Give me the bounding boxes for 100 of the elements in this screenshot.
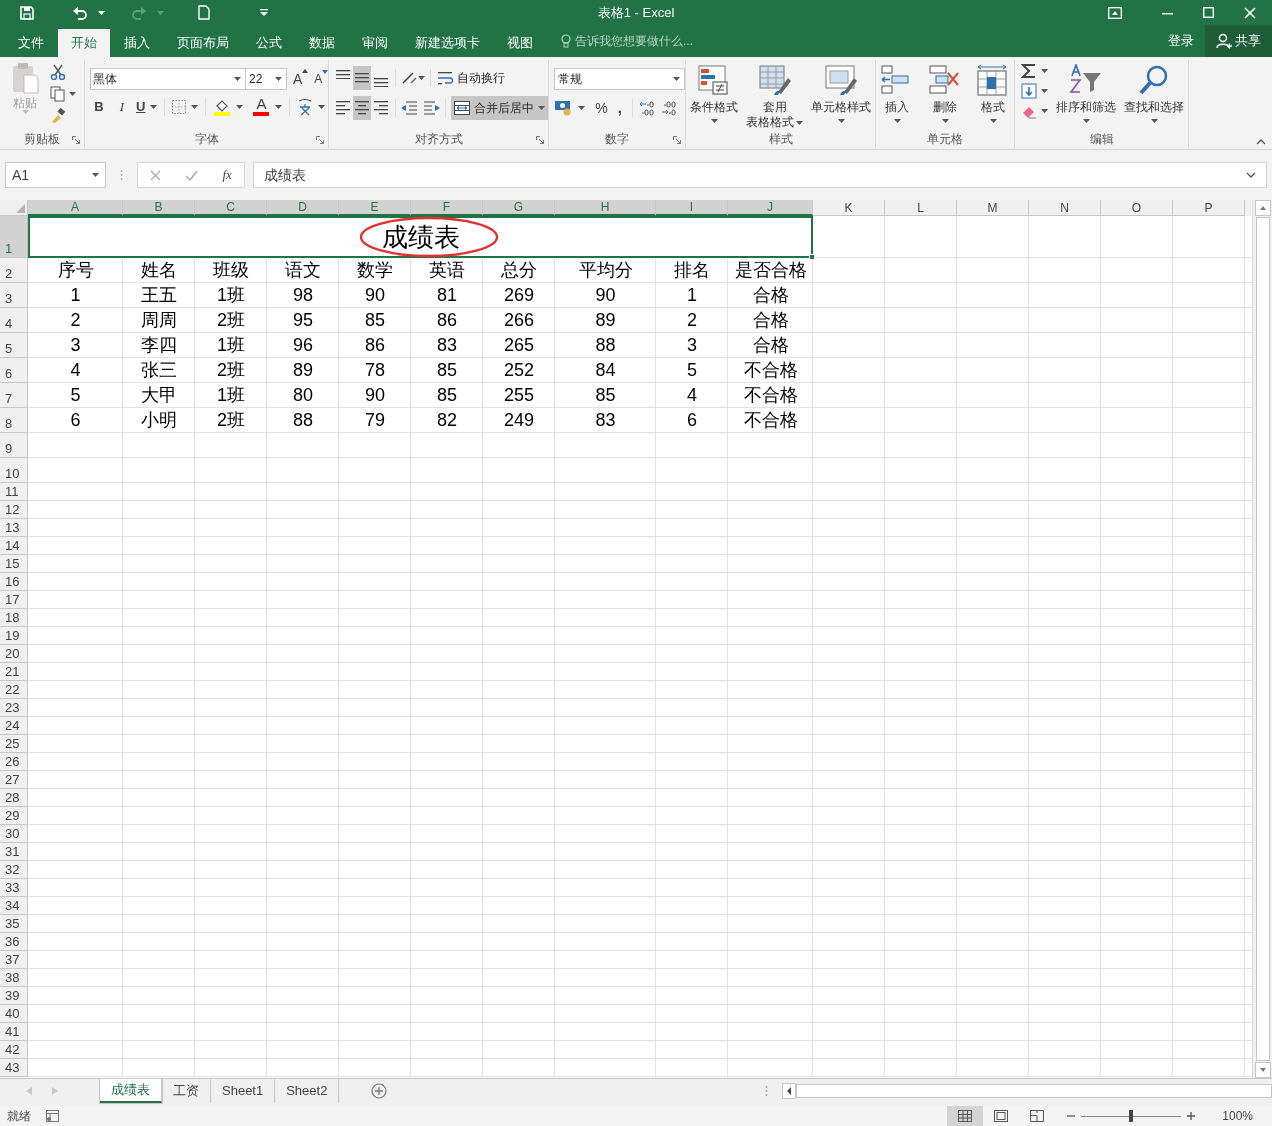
copy-icon[interactable]: [50, 86, 66, 102]
caret-icon[interactable]: [837, 119, 845, 123]
caret-icon[interactable]: [236, 104, 244, 109]
font-name-dropdown[interactable]: 黑体: [90, 68, 246, 90]
ribbon-tab[interactable]: 审阅: [349, 29, 401, 57]
formula-field[interactable]: 成绩表: [253, 162, 1267, 188]
increase-indent-icon[interactable]: [424, 101, 441, 115]
ribbon-tab[interactable]: 新建选项卡: [402, 29, 493, 57]
row-header[interactable]: 5: [0, 333, 28, 358]
row-header[interactable]: 12: [0, 501, 28, 519]
row-header[interactable]: 6: [0, 358, 28, 383]
column-header[interactable]: F: [411, 200, 483, 216]
phonetic-guide-icon[interactable]: [297, 97, 314, 116]
dialog-launcher-icon[interactable]: [536, 136, 545, 144]
caret-icon[interactable]: [275, 77, 282, 81]
caret-icon[interactable]: [318, 104, 326, 109]
caret-icon[interactable]: [710, 119, 718, 123]
format-painter-icon[interactable]: [50, 108, 66, 124]
scroll-up-icon[interactable]: [1254, 200, 1271, 216]
ribbon-tab[interactable]: 视图: [494, 29, 546, 57]
column-header[interactable]: A: [28, 200, 123, 216]
sheet-tab[interactable]: 工资: [162, 1079, 211, 1103]
caret-icon[interactable]: [1041, 69, 1049, 73]
zoom-level[interactable]: 100%: [1201, 1107, 1272, 1125]
border-icon[interactable]: [172, 99, 187, 114]
row-header[interactable]: 37: [0, 951, 28, 969]
caret-icon[interactable]: [234, 77, 241, 81]
italic-button[interactable]: I: [113, 97, 131, 117]
scissors-icon[interactable]: [50, 64, 66, 80]
caret-icon[interactable]: [418, 76, 426, 80]
share-button[interactable]: 共享: [1205, 25, 1272, 57]
caret-icon[interactable]: [1041, 109, 1049, 113]
tell-me-field[interactable]: 告诉我您想要做什么...: [575, 32, 775, 50]
dialog-launcher-icon[interactable]: [316, 136, 325, 144]
row-header[interactable]: 39: [0, 987, 28, 1005]
close-icon[interactable]: [1244, 6, 1256, 19]
expand-formula-icon[interactable]: [1246, 172, 1256, 178]
row-header[interactable]: 24: [0, 717, 28, 735]
row-header[interactable]: 18: [0, 609, 28, 627]
column-header[interactable]: D: [267, 200, 339, 216]
row-header[interactable]: 32: [0, 861, 28, 879]
caret-icon[interactable]: [1041, 89, 1049, 93]
dialog-launcher-icon[interactable]: [673, 136, 682, 144]
percent-button[interactable]: %: [595, 97, 608, 119]
underline-button[interactable]: U: [136, 97, 146, 117]
caret-icon[interactable]: [893, 119, 901, 123]
row-header[interactable]: 20: [0, 645, 28, 663]
caret-icon[interactable]: [191, 104, 199, 109]
ribbon-tab[interactable]: 公式: [243, 29, 295, 57]
row-header[interactable]: 13: [0, 519, 28, 537]
row-header[interactable]: 8: [0, 408, 28, 433]
macro-record-icon[interactable]: [46, 1110, 59, 1122]
row-header[interactable]: 31: [0, 843, 28, 861]
column-header[interactable]: I: [656, 200, 728, 216]
shrink-font-button[interactable]: A: [314, 70, 329, 88]
bold-button[interactable]: B: [90, 97, 108, 117]
caret-icon[interactable]: [92, 173, 99, 177]
row-header[interactable]: 17: [0, 591, 28, 609]
comma-style-button[interactable]: ,: [613, 97, 626, 120]
caret-icon[interactable]: [673, 77, 681, 81]
ribbon-tab[interactable]: 数据: [296, 29, 348, 57]
increase-decimal-icon[interactable]: [638, 100, 655, 117]
magnifier-button[interactable]: 查找和选择: [1120, 60, 1189, 130]
grow-font-button[interactable]: A: [293, 68, 309, 90]
ribbon-tab[interactable]: 开始: [58, 29, 110, 57]
row-header[interactable]: 43: [0, 1059, 28, 1077]
font-size-dropdown[interactable]: 22: [246, 68, 287, 90]
cell-styles-button[interactable]: 单元格样式: [807, 60, 876, 130]
zoom-slider-thumb[interactable]: [1129, 1110, 1133, 1122]
middle-align-button[interactable]: [353, 66, 372, 90]
undo-icon[interactable]: [72, 5, 88, 20]
row-header[interactable]: 38: [0, 969, 28, 987]
caret-icon[interactable]: [538, 106, 546, 110]
row-header[interactable]: 19: [0, 627, 28, 645]
decrease-decimal-icon[interactable]: [660, 100, 677, 117]
caret-icon[interactable]: [989, 119, 997, 123]
row-header[interactable]: 1: [0, 216, 28, 258]
row-header[interactable]: 40: [0, 1005, 28, 1023]
caret-icon[interactable]: [1082, 119, 1090, 123]
wrap-text-button[interactable]: 自动换行: [436, 66, 508, 90]
column-header[interactable]: G: [483, 200, 555, 216]
fill-down-icon[interactable]: [1021, 83, 1038, 99]
number-format-dropdown[interactable]: 常规: [554, 68, 686, 90]
row-header[interactable]: 34: [0, 897, 28, 915]
caret-icon[interactable]: [150, 104, 158, 109]
conditional-formatting-button[interactable]: 条件格式: [686, 60, 743, 130]
insert-function-button[interactable]: fx: [222, 165, 232, 185]
font-color-button[interactable]: A: [252, 97, 271, 117]
row-header[interactable]: 22: [0, 681, 28, 699]
sheet-tab[interactable]: 成绩表: [100, 1079, 162, 1103]
row-header[interactable]: 23: [0, 699, 28, 717]
row-header[interactable]: 42: [0, 1041, 28, 1059]
row-header[interactable]: 16: [0, 573, 28, 591]
column-header[interactable]: H: [555, 200, 656, 216]
row-header[interactable]: 21: [0, 663, 28, 681]
save-icon[interactable]: [20, 5, 34, 20]
row-header[interactable]: 14: [0, 537, 28, 555]
sum-icon[interactable]: [1021, 63, 1038, 79]
row-header[interactable]: 33: [0, 879, 28, 897]
column-header[interactable]: E: [339, 200, 411, 216]
